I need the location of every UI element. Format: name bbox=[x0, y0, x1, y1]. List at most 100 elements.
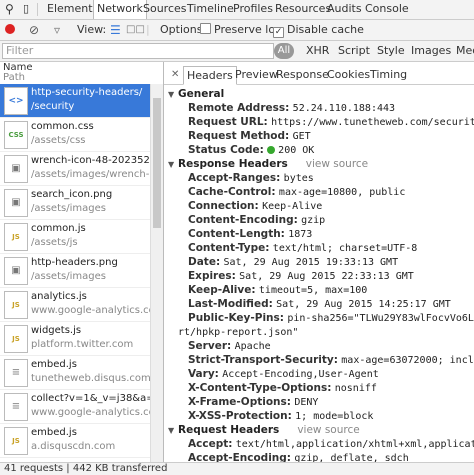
disable-cache-label: Disable cache bbox=[287, 23, 364, 36]
view-source-link[interactable]: view source bbox=[297, 424, 359, 436]
js-file-icon: JS bbox=[4, 325, 28, 353]
header-value: max-age=63072000; includeSubD bbox=[341, 355, 474, 366]
header-line: Public-Key-Pins: pin-sha256="TLWu29Y83wl… bbox=[188, 311, 474, 325]
overview-icon[interactable]: □□ bbox=[126, 20, 145, 40]
filter-icon[interactable]: ▿ bbox=[54, 20, 60, 40]
image-file-icon: ▣ bbox=[4, 189, 28, 217]
close-icon[interactable]: ✕ bbox=[168, 66, 182, 83]
toolbar-separator: | bbox=[146, 23, 150, 36]
request-detail-pane: ✕ Headers Preview Response Cookies Timin… bbox=[164, 62, 474, 462]
filter-all-button[interactable]: All bbox=[274, 43, 294, 59]
header-line: Strict-Transport-Security: max-age=63072… bbox=[188, 353, 474, 367]
request-name: common.css bbox=[31, 121, 94, 132]
tab-sources[interactable]: Sources bbox=[140, 0, 190, 19]
tab-network[interactable]: Network bbox=[93, 0, 147, 19]
header-key: X-Frame-Options: bbox=[188, 396, 291, 408]
header-value: text/html; charset=UTF-8 bbox=[272, 243, 418, 254]
request-path: /security bbox=[31, 101, 75, 112]
header-line: Date: Sat, 29 Aug 2015 19:33:13 GMT bbox=[188, 255, 398, 269]
preserve-log-checkbox[interactable]: Preserve log bbox=[200, 20, 282, 40]
header-line: Vary: Accept-Encoding,User-Agent bbox=[188, 367, 379, 381]
request-name: wrench-icon-48-202352.png bbox=[31, 155, 164, 166]
header-key: Accept-Encoding: bbox=[188, 452, 291, 462]
check-icon: ✓ bbox=[273, 27, 284, 38]
tab-timing[interactable]: Timing bbox=[367, 66, 410, 83]
tab-console[interactable]: Console bbox=[362, 0, 412, 19]
tab-timeline[interactable]: Timeline bbox=[184, 0, 237, 19]
filter-input[interactable]: Filter bbox=[2, 43, 274, 59]
request-row[interactable]: ≡ embed.js tunetheweb.disqus.com bbox=[0, 356, 151, 390]
section-general[interactable]: ▼ General bbox=[168, 87, 224, 101]
image-file-icon: ▣ bbox=[4, 155, 28, 183]
device-mode-icon[interactable]: ▯ bbox=[20, 0, 32, 19]
header-line: Server: Apache bbox=[188, 339, 271, 353]
header-line: rt/hpkp-report.json" bbox=[178, 325, 298, 339]
header-value: max-age=10800, public bbox=[278, 187, 406, 198]
request-row[interactable]: CSS common.css/assets/css bbox=[0, 118, 150, 152]
clear-button[interactable]: ⊘ bbox=[29, 20, 39, 40]
header-line: Remote Address: 52.24.110.188:443 bbox=[188, 101, 395, 115]
filter-xhr[interactable]: XHR bbox=[306, 41, 329, 61]
tab-audits[interactable]: Audits bbox=[324, 0, 365, 19]
request-name: http-headers.png bbox=[31, 257, 118, 268]
header-value: gzip, deflate, sdch bbox=[294, 453, 409, 462]
header-line: Last-Modified: Sat, 29 Aug 2015 14:25:17… bbox=[188, 297, 451, 311]
header-value: nosniff bbox=[334, 383, 377, 394]
filter-script[interactable]: Script bbox=[338, 41, 370, 61]
tab-cookies[interactable]: Cookies bbox=[324, 66, 373, 83]
tab-headers[interactable]: Headers bbox=[183, 66, 237, 85]
list-scrollbar[interactable] bbox=[150, 84, 163, 462]
header-key: Public-Key-Pins: bbox=[188, 312, 284, 324]
devtools-tab-bar: ⚲ ▯ Elements Network Sources Timeline Pr… bbox=[0, 0, 474, 20]
request-name: http-security-headers/ bbox=[31, 87, 143, 98]
section-title: Response Headers bbox=[178, 158, 288, 170]
triangle-down-icon: ▼ bbox=[168, 426, 175, 435]
header-line: Request Method: GET bbox=[188, 129, 311, 143]
request-row[interactable]: JS embed.js a.disquscdn.com bbox=[0, 424, 150, 458]
disable-cache-checkbox[interactable]: ✓ Disable cache bbox=[273, 20, 364, 40]
header-line: Accept: text/html,application/xhtml+xml,… bbox=[188, 437, 474, 451]
detail-tab-bar: ✕ Headers Preview Response Cookies Timin… bbox=[164, 66, 474, 85]
scrollbar-thumb[interactable] bbox=[153, 98, 161, 228]
header-key: Content-Length: bbox=[188, 228, 285, 240]
request-row[interactable]: JS common.js/assets/js bbox=[0, 220, 150, 254]
header-value: rt/hpkp-report.json" bbox=[178, 327, 299, 338]
filter-style[interactable]: Style bbox=[377, 41, 405, 61]
header-value: Accept-Encoding,User-Agent bbox=[222, 369, 379, 380]
record-button[interactable] bbox=[5, 20, 15, 40]
request-path: www.google-analytics.com bbox=[31, 407, 164, 418]
header-line: Accept-Ranges: bytes bbox=[188, 171, 314, 185]
header-line: X-Content-Type-Options: nosniff bbox=[188, 381, 377, 395]
header-value: Apache bbox=[234, 341, 271, 352]
request-row[interactable]: ▣ search_icon.png/assets/images bbox=[0, 186, 150, 220]
section-response-headers[interactable]: ▼ Response Headers view source bbox=[168, 157, 368, 171]
header-value: 52.24.110.188:443 bbox=[292, 103, 396, 114]
header-line: X-XSS-Protection: 1; mode=block bbox=[188, 409, 373, 423]
filter-images[interactable]: Images bbox=[411, 41, 451, 61]
header-key: Expires: bbox=[188, 270, 236, 282]
header-line: Connection: Keep-Alive bbox=[188, 199, 322, 213]
large-rows-icon[interactable]: ☰ bbox=[110, 20, 121, 40]
filter-media[interactable]: Med bbox=[456, 41, 474, 61]
request-row[interactable]: JS analytics.js www.google-analytics.com bbox=[0, 288, 163, 322]
tab-profiles[interactable]: Profiles bbox=[230, 0, 276, 19]
header-key: Accept: bbox=[188, 438, 233, 450]
header-key: Remote Address: bbox=[188, 102, 290, 114]
js-file-icon: JS bbox=[4, 291, 28, 319]
header-line: X-Frame-Options: DENY bbox=[188, 395, 318, 409]
header-value: timeout=5, max=100 bbox=[258, 285, 368, 296]
view-source-link[interactable]: view source bbox=[306, 158, 368, 170]
request-row[interactable]: ▣ http-headers.png/assets/images bbox=[0, 254, 150, 288]
request-row[interactable]: ▣ wrench-icon-48-202352.png/assets/images… bbox=[0, 152, 163, 186]
inspect-icon[interactable]: ⚲ bbox=[2, 0, 17, 19]
request-row[interactable]: <> http-security-headers/ /security bbox=[0, 84, 150, 118]
header-value: Sat, 29 Aug 2015 19:33:13 GMT bbox=[223, 257, 399, 268]
request-row[interactable]: JS widgets.js platform.twitter.com bbox=[0, 322, 150, 356]
header-value: pin-sha256="TLWu29Y83wlFocvVo6Lcj34h bbox=[287, 313, 474, 324]
request-row[interactable]: ≡ collect?v=1&_v=j38&a=14... www.google-an… bbox=[0, 390, 163, 424]
view-label: View: bbox=[77, 23, 107, 36]
status-bar: 41 requests | 442 KB transferred bbox=[0, 462, 474, 475]
preserve-log-label: Preserve log bbox=[214, 23, 283, 36]
section-request-headers[interactable]: ▼ Request Headers view source bbox=[168, 423, 360, 437]
list-header[interactable]: Name Path bbox=[0, 62, 163, 85]
